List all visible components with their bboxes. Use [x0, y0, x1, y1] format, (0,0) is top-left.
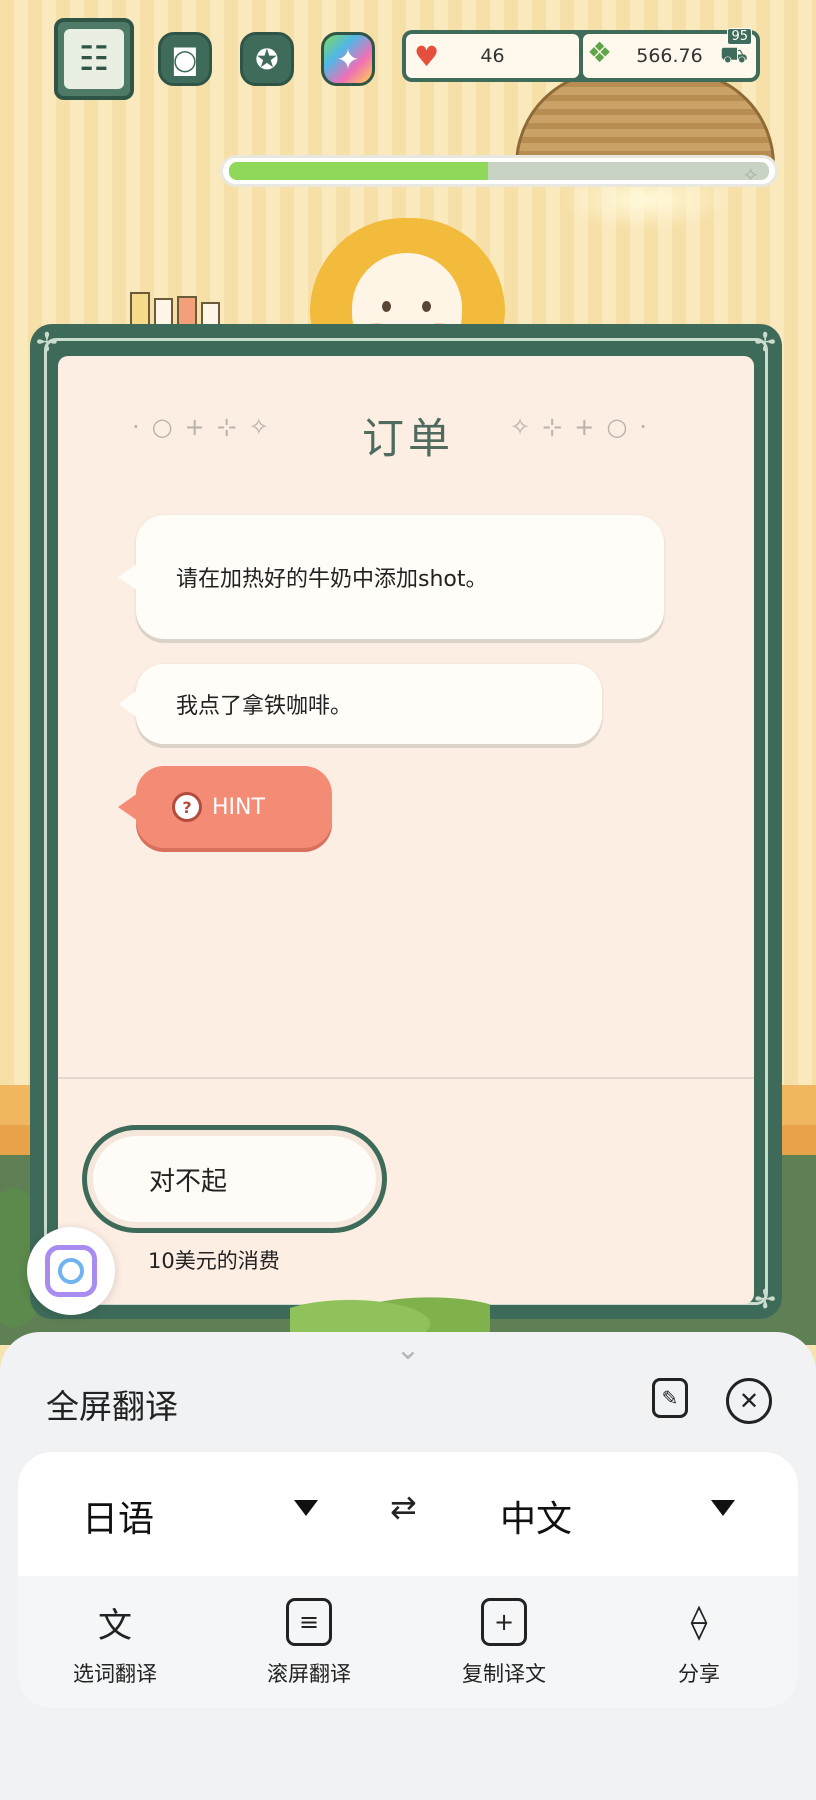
tool-scroll-translate[interactable]: ≡ 滚屏翻译: [229, 1598, 389, 1688]
sparkle-icon: ✦: [336, 42, 360, 76]
order-title: 订单: [361, 414, 454, 463]
cash-icon: ❖: [587, 36, 613, 69]
lens-icon: [45, 1245, 97, 1297]
share-icon: ⟠: [690, 1602, 708, 1642]
level-progress-bar: ✧: [220, 155, 778, 187]
cash-counter[interactable]: ❖ 566.76 ⛟ 95: [583, 28, 756, 78]
progress-sparkle-icon: ✧: [742, 163, 759, 180]
scroll-translate-icon: ≡: [286, 1598, 332, 1646]
reply-option-button[interactable]: 对不起: [82, 1125, 387, 1233]
camera-button[interactable]: ◙: [158, 32, 212, 86]
camera-icon: ◙: [171, 42, 199, 76]
order-bubble: 我点了拿铁咖啡。: [118, 664, 602, 744]
heart-icon: ♥: [414, 40, 440, 73]
cash-value: 566.76: [636, 45, 703, 67]
order-bubble: 请在加热好的牛奶中添加shot。: [118, 515, 664, 639]
tool-label: 滚屏翻译: [267, 1662, 351, 1686]
card-divider: [58, 1077, 754, 1079]
target-language-select[interactable]: 中文: [500, 1490, 572, 1542]
tool-share[interactable]: ⟠ 分享: [619, 1598, 779, 1688]
copy-translation-icon: +: [481, 1598, 527, 1646]
order-bubble-text: 我点了拿铁咖啡。: [176, 694, 353, 719]
tool-label: 复制译文: [462, 1662, 546, 1686]
sparkle-button[interactable]: ✦: [321, 32, 375, 86]
panel-title: 全屏翻译: [46, 1387, 178, 1426]
hint-label: HINT: [212, 794, 265, 820]
corner-star-icon: ✢: [754, 1285, 776, 1315]
title-decoration-right: ✧⊹+○·: [510, 413, 659, 441]
question-icon: ?: [172, 792, 202, 822]
hint-button[interactable]: ? HINT: [118, 766, 332, 848]
award-button[interactable]: ✪: [240, 32, 294, 86]
source-language-select[interactable]: 日语: [82, 1490, 154, 1542]
hearts-counter: ♥ 46: [406, 34, 579, 78]
collapse-chevron-icon[interactable]: ⌄: [370, 1335, 446, 1365]
corner-star-icon: ✢: [36, 328, 58, 358]
tool-copy-translation[interactable]: + 复制译文: [424, 1598, 584, 1688]
progress-fill: [229, 162, 489, 180]
source-chevron-down-icon[interactable]: [294, 1500, 318, 1516]
menu-icon: ☷: [64, 29, 124, 89]
close-icon[interactable]: ✕: [726, 1378, 772, 1424]
floating-screenshot-button[interactable]: [27, 1227, 115, 1315]
target-chevron-down-icon[interactable]: [711, 1500, 735, 1516]
tool-select-word-translate[interactable]: 文 选词翻译: [35, 1598, 195, 1688]
corner-star-icon: ✢: [754, 328, 776, 358]
hearts-value: 46: [480, 45, 505, 67]
reply-subtext: 10美元的消费: [148, 1249, 280, 1273]
award-icon: ✪: [255, 42, 279, 76]
menu-button[interactable]: ☷: [54, 18, 134, 100]
basket-badge: 95: [727, 28, 752, 45]
progress-track: ✧: [229, 162, 769, 180]
stats-bar: ♥ 46 ❖ 566.76 ⛟ 95: [402, 28, 760, 82]
swap-languages-icon[interactable]: ⇄: [390, 1488, 417, 1526]
select-word-translate-icon: 文: [98, 1605, 132, 1646]
tool-label: 选词翻译: [73, 1662, 157, 1686]
edit-icon[interactable]: ✎: [652, 1378, 688, 1418]
order-bubble-text: 请在加热好的牛奶中添加shot。: [176, 567, 488, 592]
reply-option-label: 对不起: [149, 1166, 228, 1197]
tool-label: 分享: [678, 1662, 720, 1686]
